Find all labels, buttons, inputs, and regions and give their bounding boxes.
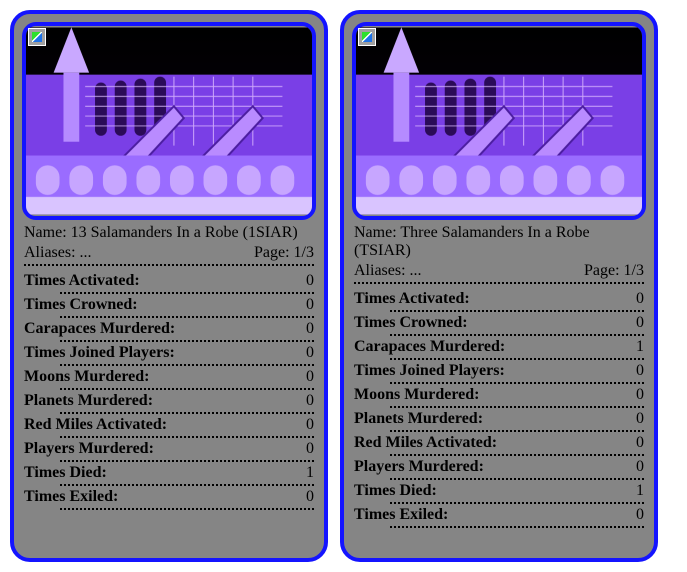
broken-image-icon <box>28 28 46 46</box>
card-aliases: Aliases: ... <box>24 244 92 262</box>
card-art-gothic <box>26 26 312 216</box>
name-value: 13 Salamanders In a Robe (1SIAR) <box>71 224 298 241</box>
stat-row: Players Murdered:0 <box>354 458 644 476</box>
stat-row: Times Died:1 <box>354 482 644 500</box>
card-name: Name: Three Salamanders In a Robe (TSIAR… <box>354 224 644 260</box>
aliases-prefix: Aliases: <box>24 244 80 261</box>
character-card: Name: Three Salamanders In a Robe (TSIAR… <box>340 10 658 562</box>
stat-row: Times Died:1 <box>24 464 314 482</box>
stat-row: Times Crowned:0 <box>354 314 644 332</box>
stat-row: Players Murdered:0 <box>24 440 314 458</box>
divider <box>24 264 314 266</box>
page-value: 1/3 <box>294 244 314 261</box>
character-card: Name: 13 Salamanders In a Robe (1SIAR) A… <box>10 10 328 562</box>
stat-row: Carapaces Murdered:0 <box>24 320 314 338</box>
stat-row: Red Miles Activated:0 <box>354 434 644 452</box>
card-art-frame <box>22 22 316 220</box>
aliases-value: ... <box>410 262 422 279</box>
card-page[interactable]: Page: 1/3 <box>254 244 314 262</box>
page-prefix: Page: <box>584 262 624 279</box>
card-art-gothic <box>356 26 642 216</box>
card-page[interactable]: Page: 1/3 <box>584 262 644 280</box>
stat-row: Times Activated:0 <box>24 272 314 290</box>
stat-row: Moons Murdered:0 <box>24 368 314 386</box>
stat-row: Planets Murdered:0 <box>354 410 644 428</box>
stat-row: Red Miles Activated:0 <box>24 416 314 434</box>
stat-row: Times Joined Players:0 <box>24 344 314 362</box>
aliases-prefix: Aliases: <box>354 262 410 279</box>
card-row: Name: 13 Salamanders In a Robe (1SIAR) A… <box>10 10 677 562</box>
card-art-frame <box>352 22 646 220</box>
stat-row: Moons Murdered:0 <box>354 386 644 404</box>
stat-list: Times Activated:0 Times Crowned:0 Carapa… <box>24 272 314 510</box>
stat-row: Planets Murdered:0 <box>24 392 314 410</box>
card-name: Name: 13 Salamanders In a Robe (1SIAR) <box>24 224 314 242</box>
aliases-value: ... <box>80 244 92 261</box>
card-aliases: Aliases: ... <box>354 262 422 280</box>
stat-row: Times Joined Players:0 <box>354 362 644 380</box>
stat-row: Times Exiled:0 <box>24 488 314 506</box>
stat-row: Times Activated:0 <box>354 290 644 308</box>
stat-list: Times Activated:0 Times Crowned:0 Carapa… <box>354 290 644 528</box>
stat-row: Times Exiled:0 <box>354 506 644 524</box>
broken-image-icon <box>358 28 376 46</box>
name-prefix: Name: <box>354 224 400 241</box>
stat-row: Carapaces Murdered:1 <box>354 338 644 356</box>
divider <box>354 282 644 284</box>
stat-row: Times Crowned:0 <box>24 296 314 314</box>
name-prefix: Name: <box>24 224 71 241</box>
page-prefix: Page: <box>254 244 294 261</box>
page-value: 1/3 <box>624 262 644 279</box>
